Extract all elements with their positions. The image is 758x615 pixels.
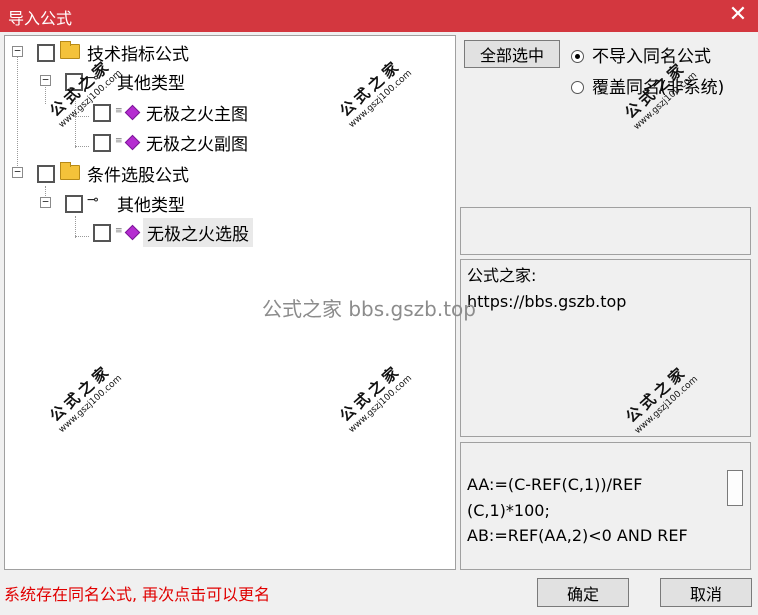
tree-node-wuji-selection[interactable]: ≡ 无极之火选股 xyxy=(5,218,305,247)
tree-node-label: 其他类型 xyxy=(117,74,185,94)
code-scrollbar-thumb[interactable] xyxy=(727,470,743,506)
tree-node-label: 无极之火主图 xyxy=(146,105,248,125)
collapse-icon[interactable]: − xyxy=(40,74,51,86)
radio-selected-icon xyxy=(571,50,584,63)
cancel-button[interactable]: 取消 xyxy=(660,578,752,607)
tree-node-wuji-sub[interactable]: ≡ 无极之火副图 xyxy=(5,128,305,155)
collapse-icon[interactable]: − xyxy=(12,166,23,178)
tree-node-label: 无极之火副图 xyxy=(146,135,248,155)
tree-node-checkbox[interactable] xyxy=(93,224,111,242)
tree-node-checkbox[interactable] xyxy=(37,165,55,183)
key-icon: ⊸ xyxy=(87,70,99,86)
collapse-icon[interactable]: − xyxy=(40,196,51,208)
description-url: https://bbs.gszb.top xyxy=(467,292,627,311)
tree-node-checkbox[interactable] xyxy=(37,44,55,62)
close-button[interactable]: ✕ xyxy=(718,0,758,32)
collapse-icon[interactable]: − xyxy=(12,45,23,57)
radio-overwrite-same-name[interactable]: 覆盖同名(非系统) xyxy=(571,73,724,98)
tree-node-label: 条件选股公式 xyxy=(87,166,189,186)
ok-button[interactable]: 确定 xyxy=(537,578,629,607)
watermark-logo: 公式之家 www.gszj100.com xyxy=(336,361,414,436)
info-box xyxy=(460,207,751,255)
tree-node-checkbox[interactable] xyxy=(65,73,83,91)
code-line: AA:=(C-REF(C,1))/REF xyxy=(467,475,643,494)
description-panel: 公式之家: https://bbs.gszb.top 公式之家 www.gszj1… xyxy=(460,259,751,437)
watermark-logo: 公式之家 www.gszj100.com xyxy=(46,361,124,436)
folder-icon xyxy=(60,162,80,180)
watermark-logo: 公式之家 www.gszj100.com xyxy=(336,56,414,131)
radio-label: 覆盖同名(非系统) xyxy=(592,78,725,98)
tree-node-technical-indicators[interactable]: − 技术指标公式 xyxy=(5,38,305,65)
tree-node-label: 无极之火选股 xyxy=(143,218,253,247)
radio-label: 不导入同名公式 xyxy=(592,47,711,67)
watermark-logo: 公式之家 www.gszj100.com xyxy=(622,362,700,437)
formula-code-panel: AA:=(C-REF(C,1))/REF (C,1)*100; AB:=REF(… xyxy=(460,442,751,570)
code-line: AB:=REF(AA,2)<0 AND REF xyxy=(467,526,688,545)
tree-node-other-types-2[interactable]: − ⊸ 其他类型 xyxy=(5,189,305,216)
tree-node-stock-selection[interactable]: − 条件选股公式 xyxy=(5,159,305,186)
tree-node-checkbox[interactable] xyxy=(65,195,83,213)
tree-node-checkbox[interactable] xyxy=(93,134,111,152)
description-line: 公式之家: xyxy=(467,266,537,285)
formula-gem-icon xyxy=(124,134,141,151)
formula-gem-icon xyxy=(124,104,141,121)
formula-gem-icon xyxy=(124,224,141,241)
tree-node-other-types[interactable]: − ⊸ 其他类型 xyxy=(5,67,305,94)
center-watermark: 公式之家 bbs.gszb.top xyxy=(262,297,476,321)
radio-unselected-icon xyxy=(571,81,584,94)
tree-node-wuji-main[interactable]: ≡ 无极之火主图 xyxy=(5,98,305,125)
radio-skip-same-name[interactable]: 不导入同名公式 xyxy=(571,42,711,67)
title-bar: 导入公式 ✕ xyxy=(0,0,758,32)
window-title: 导入公式 xyxy=(8,9,73,28)
key-icon: ⊸ xyxy=(87,192,99,208)
tree-node-label: 技术指标公式 xyxy=(87,45,189,65)
folder-icon xyxy=(60,41,80,59)
status-message: 系统存在同名公式, 再次点击可以更名 xyxy=(4,585,271,604)
code-line: (C,1)*100; xyxy=(467,501,550,520)
tree-node-checkbox[interactable] xyxy=(93,104,111,122)
tree-node-label: 其他类型 xyxy=(117,196,185,216)
select-all-button[interactable]: 全部选中 xyxy=(464,40,560,68)
